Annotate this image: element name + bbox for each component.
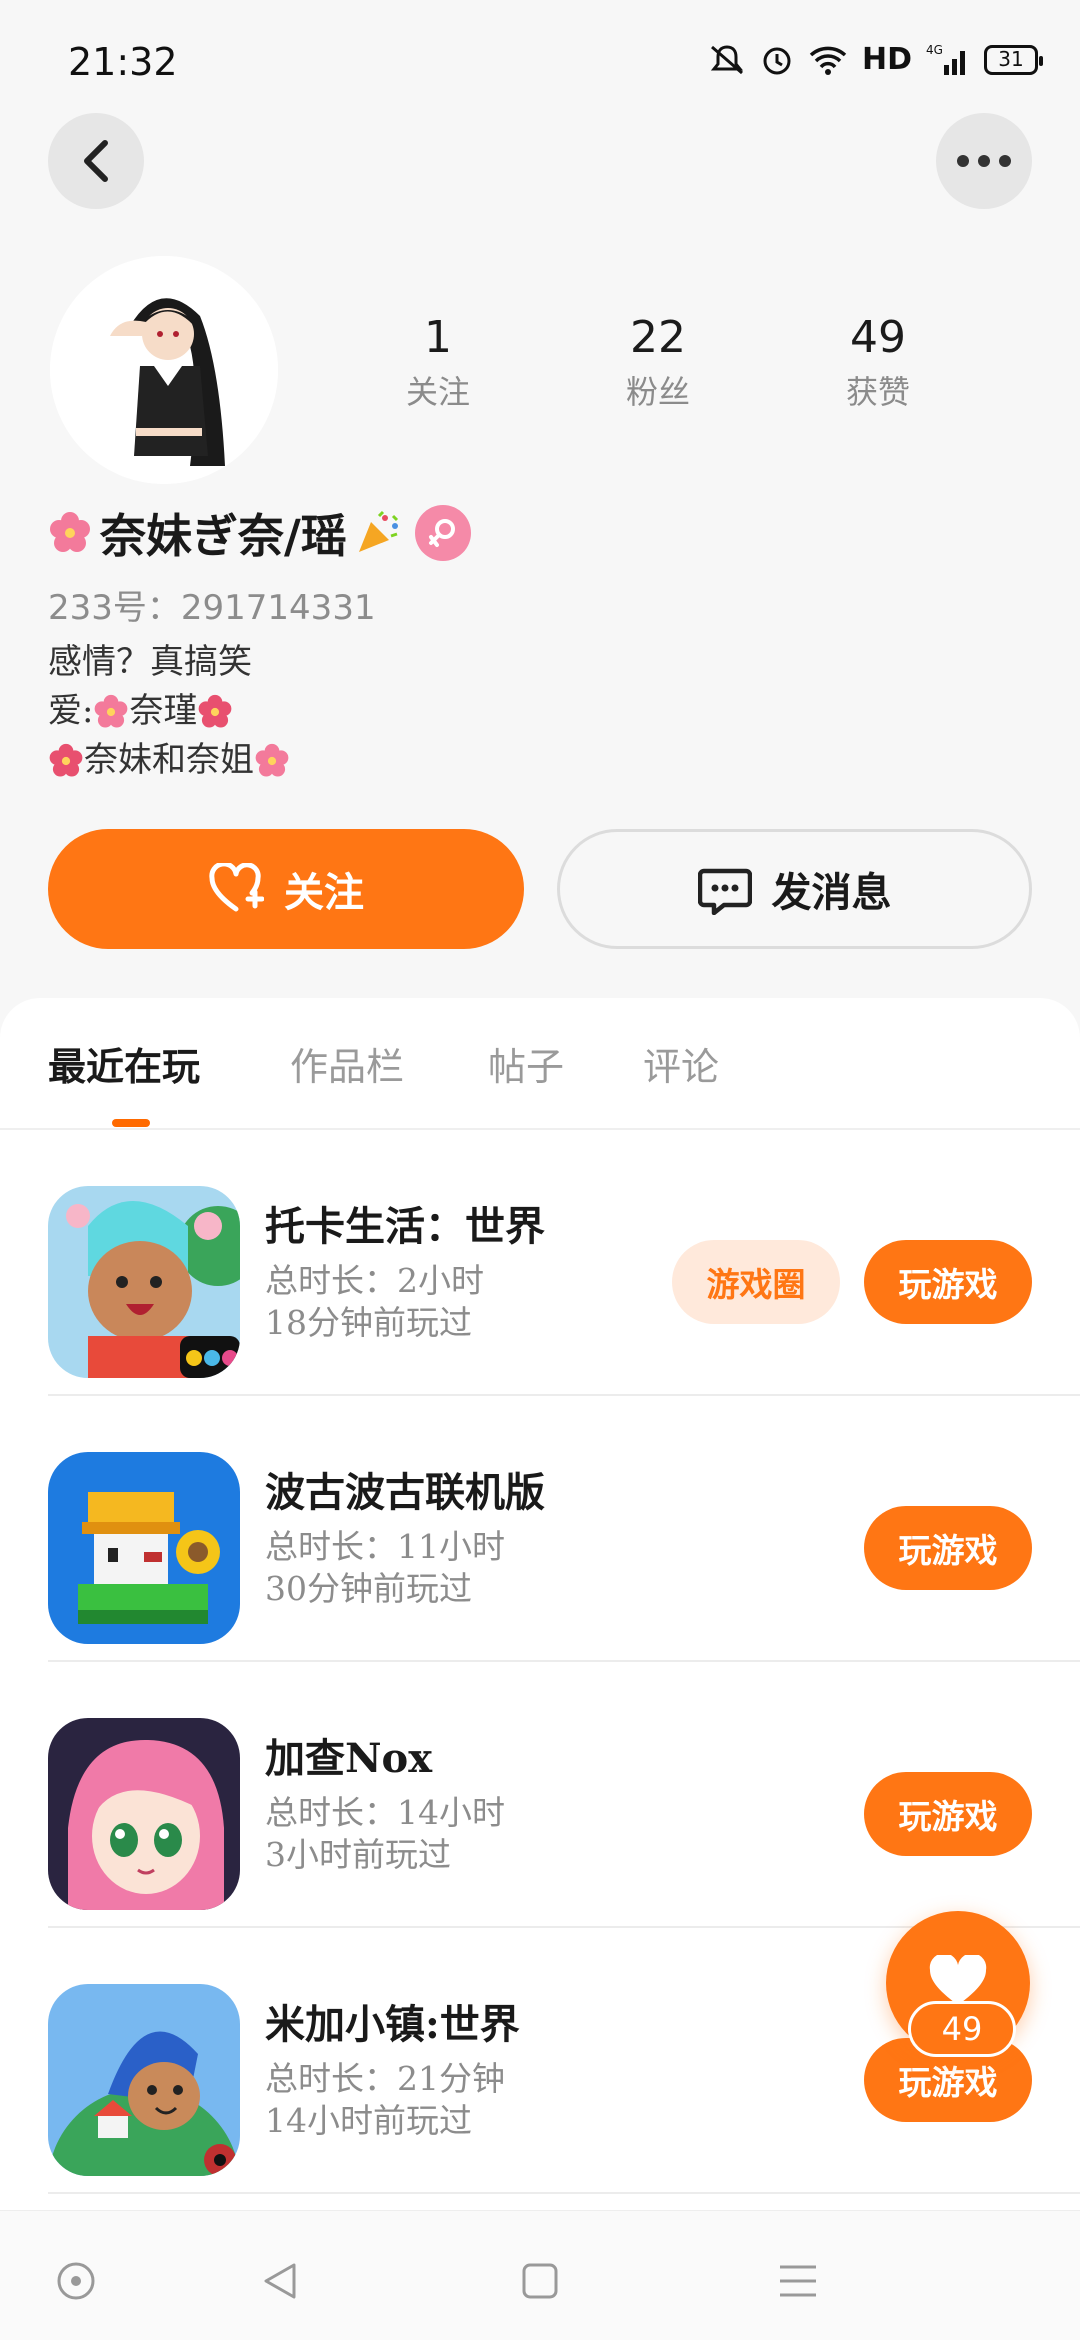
name-row: 奈妹ぎ奈/瑶 bbox=[48, 500, 471, 566]
like-button[interactable]: 49 bbox=[886, 1911, 1030, 2057]
game-icon[interactable] bbox=[48, 1718, 240, 1910]
game-icon[interactable] bbox=[48, 1186, 240, 1378]
alarm-icon bbox=[763, 47, 791, 74]
stat-value: 49 bbox=[850, 312, 906, 363]
heart-icon bbox=[929, 1955, 987, 2005]
stat-value: 22 bbox=[630, 312, 686, 363]
follow-button[interactable]: 关注 bbox=[48, 829, 524, 949]
flower-icon bbox=[50, 512, 90, 552]
tab-comments[interactable]: 评论 bbox=[643, 1036, 719, 1091]
avatar[interactable] bbox=[50, 256, 278, 484]
game-title: 托卡生活：世界 bbox=[265, 1203, 545, 1250]
game-title: 米加小镇:世界 bbox=[265, 2001, 520, 2048]
assistant-icon[interactable] bbox=[56, 2261, 96, 2301]
message-button[interactable]: 发消息 bbox=[557, 829, 1032, 949]
game-circle-button[interactable]: 游戏圈 bbox=[672, 1240, 840, 1324]
battery-level: 31 bbox=[998, 46, 1024, 71]
game-row[interactable]: 加查Nox 总时长：14小时 3小时前玩过 玩游戏 bbox=[48, 1662, 1080, 1928]
game-row[interactable]: 托卡生活：世界 总时长：2小时 18分钟前玩过 游戏圈 玩游戏 bbox=[48, 1130, 1080, 1396]
game-last-played: 3小时前玩过 bbox=[265, 1835, 451, 1874]
play-game-button[interactable]: 玩游戏 bbox=[864, 1506, 1032, 1590]
nav-recents-icon[interactable] bbox=[778, 2261, 818, 2301]
game-duration: 总时长：11小时 bbox=[265, 1527, 505, 1566]
battery-icon: 31 bbox=[984, 44, 1043, 75]
flower-icon bbox=[199, 694, 232, 728]
bio-line: 感情？真搞笑 bbox=[48, 638, 290, 687]
game-info: 加查Nox 总时长：14小时 3小时前玩过 bbox=[265, 1726, 505, 1876]
profile-stats: 1 关注 22 粉丝 49 获赞 bbox=[328, 312, 988, 413]
gacha-nox-icon bbox=[48, 1718, 240, 1910]
heart-plus-icon bbox=[209, 863, 264, 912]
game-last-played: 30分钟前玩过 bbox=[265, 1569, 472, 1608]
stat-value: 1 bbox=[424, 312, 452, 363]
game-icon[interactable] bbox=[48, 1984, 240, 2176]
bio-line: 奈妹和奈姐 bbox=[48, 736, 290, 785]
more-dots-icon bbox=[957, 155, 1011, 167]
play-game-button[interactable]: 玩游戏 bbox=[864, 1772, 1032, 1856]
gender-badge bbox=[414, 505, 471, 561]
game-last-played: 14小时前玩过 bbox=[265, 2101, 472, 2140]
game-duration: 总时长：14小时 bbox=[265, 1793, 505, 1832]
game-duration: 总时长：2小时 bbox=[265, 1261, 484, 1300]
system-nav-bar bbox=[0, 2210, 1080, 2340]
tab-works[interactable]: 作品栏 bbox=[290, 1036, 404, 1091]
chat-bubble-icon bbox=[697, 868, 752, 915]
toca-life-icon bbox=[48, 1186, 240, 1378]
hd-label: HD bbox=[861, 42, 912, 77]
chevron-left-icon bbox=[84, 140, 108, 182]
nav-home-icon[interactable] bbox=[520, 2261, 560, 2301]
game-last-played: 18分钟前玩过 bbox=[265, 1303, 472, 1342]
stat-following[interactable]: 1 关注 bbox=[328, 312, 548, 413]
game-info: 波古波古联机版 总时长：11小时 30分钟前玩过 bbox=[265, 1460, 545, 1610]
user-id: 233号：291714331 bbox=[48, 588, 376, 628]
back-button[interactable] bbox=[48, 113, 144, 209]
signal-icon: 4G bbox=[926, 43, 965, 75]
stat-likes[interactable]: 49 获赞 bbox=[768, 312, 988, 413]
mute-icon bbox=[710, 44, 744, 74]
pixel-game-icon bbox=[48, 1452, 240, 1644]
bio: 感情？真搞笑 爱: 奈瑾 奈妹和奈姐 bbox=[48, 638, 290, 785]
status-time: 21:32 bbox=[68, 40, 178, 84]
message-label: 发消息 bbox=[771, 869, 892, 916]
nav-back-icon[interactable] bbox=[260, 2261, 300, 2301]
wifi-icon bbox=[809, 46, 847, 75]
bio-line: 爱: 奈瑾 bbox=[48, 687, 290, 736]
female-icon bbox=[428, 519, 455, 547]
flower-icon bbox=[255, 743, 289, 777]
tab-recently-played[interactable]: 最近在玩 bbox=[48, 1036, 200, 1091]
game-title: 加查Nox bbox=[265, 1735, 433, 1782]
bio-text: 感情？真搞笑 bbox=[48, 642, 252, 682]
stat-label: 粉丝 bbox=[625, 373, 690, 411]
like-count: 49 bbox=[908, 2001, 1016, 2057]
game-row[interactable]: 波古波古联机版 总时长：11小时 30分钟前玩过 玩游戏 bbox=[48, 1396, 1080, 1662]
user-name: 奈妹ぎ奈/瑶 bbox=[100, 509, 347, 563]
flower-icon bbox=[95, 694, 128, 728]
bio-text: 奈妹和奈姐 bbox=[84, 740, 254, 780]
party-popper-icon bbox=[358, 510, 398, 552]
bio-text: 爱: bbox=[48, 691, 94, 731]
avatar-image bbox=[50, 256, 278, 484]
miga-town-icon bbox=[48, 1984, 240, 2176]
follow-label: 关注 bbox=[284, 869, 364, 916]
tab-posts[interactable]: 帖子 bbox=[488, 1036, 564, 1091]
game-duration: 总时长：21分钟 bbox=[265, 2059, 505, 2098]
game-info: 米加小镇:世界 总时长：21分钟 14小时前玩过 bbox=[265, 1992, 520, 2142]
tab-bar: 最近在玩 作品栏 帖子 评论 bbox=[0, 998, 1080, 1130]
status-icons: HD 4G 31 bbox=[708, 42, 1043, 77]
stat-label: 获赞 bbox=[845, 373, 910, 411]
status-bar: 21:32 HD 4G 31 bbox=[0, 0, 1080, 130]
game-icon[interactable] bbox=[48, 1452, 240, 1644]
stat-label: 关注 bbox=[405, 373, 470, 411]
game-title: 波古波古联机版 bbox=[265, 1469, 545, 1516]
play-game-button[interactable]: 玩游戏 bbox=[864, 1240, 1032, 1324]
game-info: 托卡生活：世界 总时长：2小时 18分钟前玩过 bbox=[265, 1194, 545, 1344]
flower-icon bbox=[49, 743, 83, 777]
tab-indicator bbox=[112, 1119, 150, 1127]
stat-fans[interactable]: 22 粉丝 bbox=[548, 312, 768, 413]
bio-text: 奈瑾 bbox=[129, 691, 198, 731]
svg-text:4G: 4G bbox=[926, 43, 943, 57]
more-button[interactable] bbox=[936, 113, 1032, 209]
